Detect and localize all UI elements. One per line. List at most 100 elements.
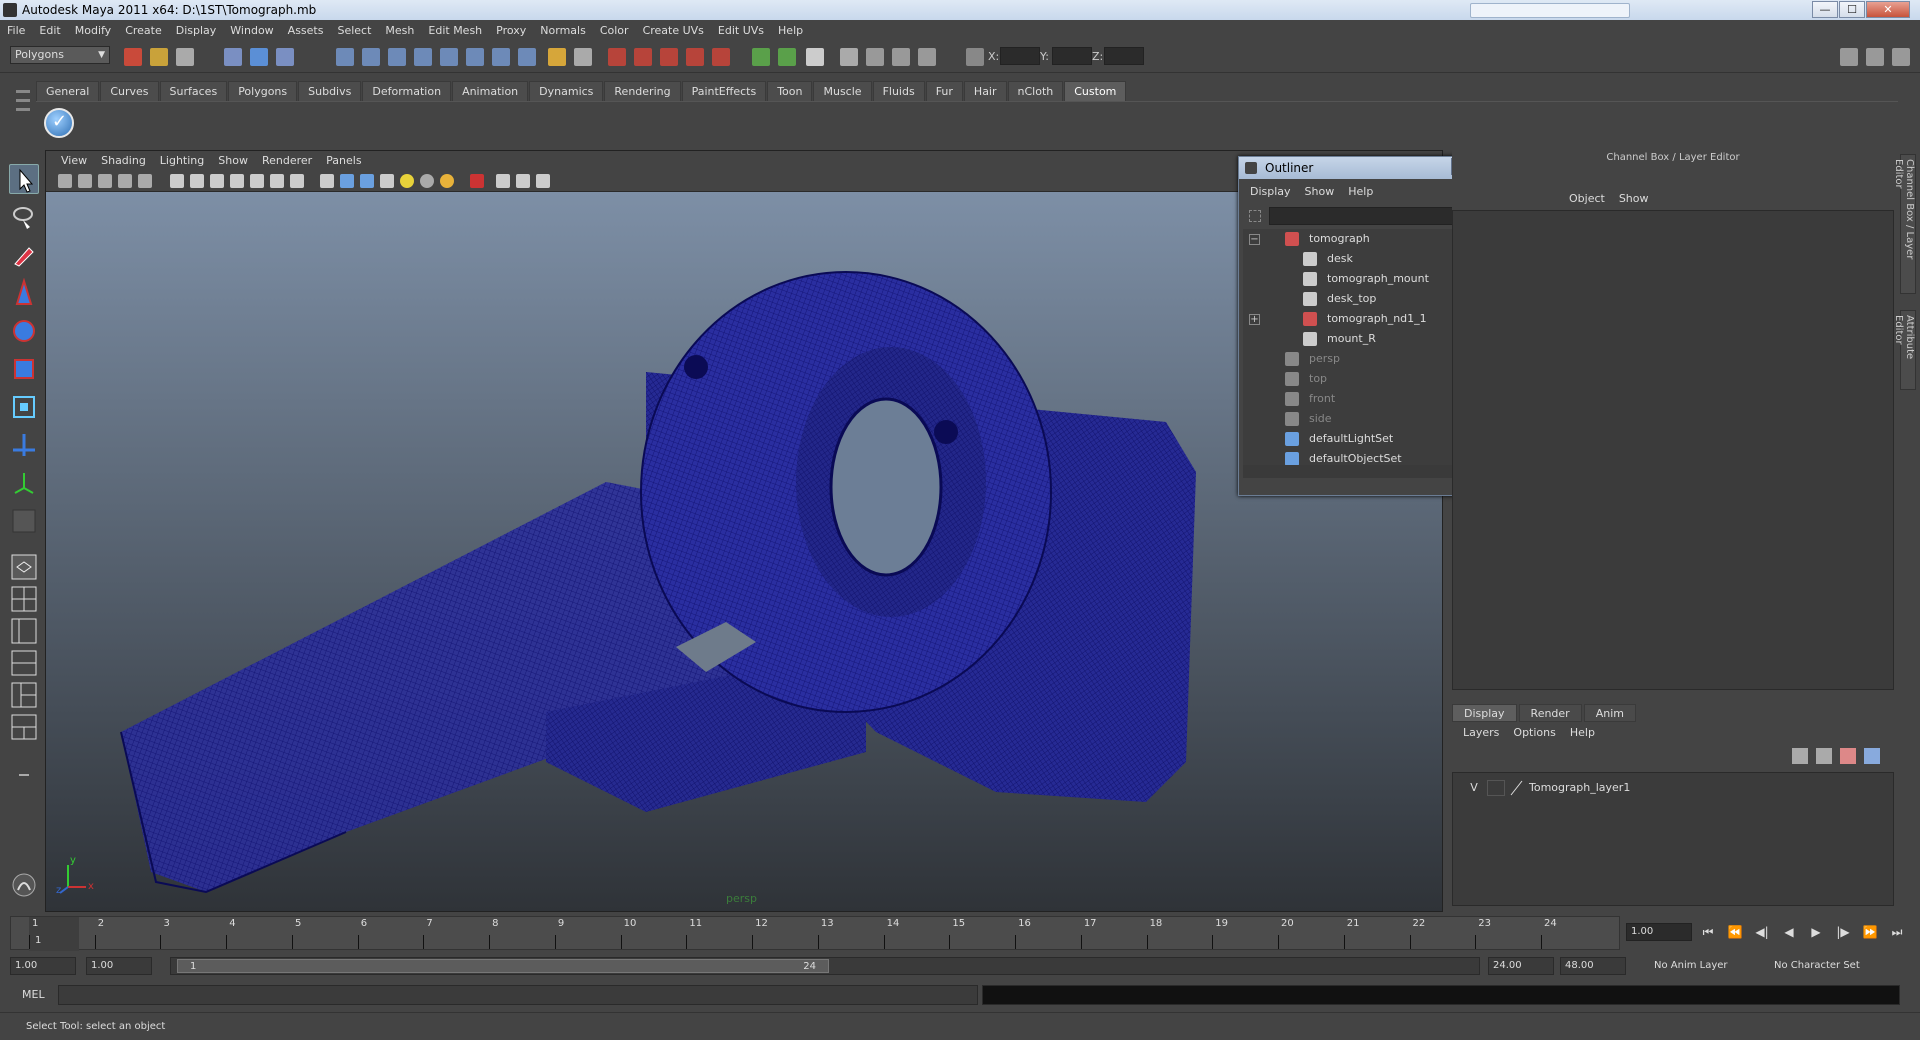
- io-icon[interactable]: [492, 48, 510, 66]
- save-scene-icon[interactable]: [176, 48, 194, 66]
- smooth-shade-icon[interactable]: [340, 174, 354, 188]
- layer-color-swatch[interactable]: [1509, 780, 1523, 796]
- viewport-canvas[interactable]: y x z persp: [46, 192, 1442, 911]
- quick-sel-icon[interactable]: [918, 48, 936, 66]
- safe-action-icon[interactable]: [270, 174, 284, 188]
- channel-box-icon[interactable]: [1866, 48, 1884, 66]
- textured-icon[interactable]: [380, 174, 394, 188]
- menu-edit-uvs[interactable]: Edit UVs: [711, 24, 771, 37]
- channel-box-body[interactable]: [1452, 210, 1894, 690]
- transform-field-icon[interactable]: [966, 48, 984, 66]
- expand-icon[interactable]: +: [1249, 314, 1260, 325]
- search-field[interactable]: [1470, 3, 1630, 18]
- last-tool-icon[interactable]: [9, 506, 39, 536]
- range-track[interactable]: 1 24: [170, 957, 1480, 975]
- layer-visibility-toggle[interactable]: V: [1465, 780, 1483, 796]
- select-tool-icon[interactable]: [9, 164, 39, 194]
- snap-point-icon[interactable]: [388, 48, 406, 66]
- tab-display[interactable]: Display: [1452, 704, 1517, 722]
- vp-menu-panels[interactable]: Panels: [319, 154, 368, 167]
- go-to-end-icon[interactable]: ⏭: [1887, 923, 1907, 941]
- tab-anim[interactable]: Anim: [1583, 704, 1636, 722]
- vp-menu-view[interactable]: View: [54, 154, 94, 167]
- end-time-field[interactable]: 48.00: [1560, 957, 1626, 975]
- menu-edit-mesh[interactable]: Edit Mesh: [421, 24, 489, 37]
- field-chart-icon[interactable]: [250, 174, 264, 188]
- playback-end-field[interactable]: 24.00: [1488, 957, 1554, 975]
- menu-file[interactable]: File: [0, 24, 32, 37]
- go-to-start-icon[interactable]: ⏮: [1698, 923, 1718, 941]
- abs-transform-icon[interactable]: [866, 48, 884, 66]
- grid-icon[interactable]: [170, 174, 184, 188]
- checkmark-icon[interactable]: [44, 108, 74, 138]
- filter-icon[interactable]: [1249, 210, 1261, 222]
- show-manip-icon[interactable]: [9, 468, 39, 498]
- range-thumb[interactable]: 1 24: [177, 959, 829, 973]
- snap-curve-icon[interactable]: [362, 48, 380, 66]
- xray-components-icon[interactable]: [536, 174, 550, 188]
- wireframe-icon[interactable]: [320, 174, 334, 188]
- isolate-select-icon[interactable]: [470, 174, 484, 188]
- z-field[interactable]: [1104, 47, 1144, 65]
- mel-label[interactable]: MEL: [22, 988, 45, 1001]
- vp-menu-show[interactable]: Show: [211, 154, 255, 167]
- rotate-tool-icon[interactable]: [9, 316, 39, 346]
- time-slider[interactable]: 1 1 2 3 4 5 6 7 8 9 10 11 12 13 14 15 16 17 18 19 20 21 22 23 2…: [10, 916, 1620, 951]
- snap-plane-icon[interactable]: [414, 48, 432, 66]
- menu-color[interactable]: Color: [593, 24, 636, 37]
- hypershade-icon[interactable]: [686, 48, 704, 66]
- cb-menu-object[interactable]: Object: [1562, 192, 1612, 205]
- tab-fur[interactable]: Fur: [925, 81, 963, 101]
- minimize-button[interactable]: —: [1812, 1, 1838, 18]
- image-plane-icon[interactable]: [118, 174, 132, 188]
- film-gate-icon[interactable]: [190, 174, 204, 188]
- collapse-icon[interactable]: −: [1249, 234, 1260, 245]
- tab-animation[interactable]: Animation: [452, 81, 529, 101]
- wire-on-shaded-icon[interactable]: [360, 174, 374, 188]
- playback-start-field[interactable]: 1.00: [86, 957, 152, 975]
- render-settings-icon[interactable]: [660, 48, 678, 66]
- vp-menu-lighting[interactable]: Lighting: [153, 154, 211, 167]
- play-forward-icon[interactable]: ▶: [1806, 923, 1826, 941]
- move-layer-up-icon[interactable]: [1792, 748, 1808, 764]
- menu-proxy[interactable]: Proxy: [489, 24, 533, 37]
- tab-toon[interactable]: Toon: [767, 81, 813, 101]
- show-panel-icon[interactable]: [806, 48, 824, 66]
- graph-layout-icon[interactable]: [9, 712, 39, 742]
- tool-settings-icon[interactable]: [1892, 48, 1910, 66]
- hq-lighting-icon[interactable]: [440, 174, 454, 188]
- anim-layer-dropdown[interactable]: No Anim Layer: [1650, 957, 1760, 975]
- le-menu-options[interactable]: Options: [1506, 726, 1562, 739]
- xray-icon[interactable]: [496, 174, 510, 188]
- render-frame-icon[interactable]: [608, 48, 626, 66]
- character-set-dropdown[interactable]: No Character Set: [1770, 957, 1890, 975]
- outliner-menu-display[interactable]: Display: [1243, 185, 1298, 203]
- select-hierarchy-icon[interactable]: [224, 48, 242, 66]
- tab-deformation[interactable]: Deformation: [362, 81, 452, 101]
- shadows-icon[interactable]: [420, 174, 434, 188]
- y-field[interactable]: [1052, 47, 1092, 65]
- render-view-icon[interactable]: [712, 48, 730, 66]
- tab-rendering[interactable]: Rendering: [604, 81, 681, 101]
- rel-transform-icon[interactable]: [892, 48, 910, 66]
- lasso-tool-icon[interactable]: [9, 202, 39, 232]
- menu-help[interactable]: Help: [771, 24, 810, 37]
- snap-grid-icon[interactable]: [336, 48, 354, 66]
- menu-select[interactable]: Select: [330, 24, 378, 37]
- four-pane-layout-icon[interactable]: [9, 584, 39, 614]
- shelf-handle[interactable]: [16, 84, 30, 138]
- select-component-icon[interactable]: [276, 48, 294, 66]
- menu-create-uvs[interactable]: Create UVs: [636, 24, 711, 37]
- menu-modify[interactable]: Modify: [68, 24, 118, 37]
- tab-hair[interactable]: Hair: [963, 81, 1007, 101]
- resolution-gate-icon[interactable]: [210, 174, 224, 188]
- new-layer-selected-icon[interactable]: [1864, 748, 1880, 764]
- live-surface-icon[interactable]: [440, 48, 458, 66]
- camera-attrs-icon[interactable]: [78, 174, 92, 188]
- show-hide-icon[interactable]: [9, 870, 39, 900]
- camera-select-icon[interactable]: [58, 174, 72, 188]
- step-back-key-icon[interactable]: ⏪: [1725, 923, 1745, 941]
- menu-normals[interactable]: Normals: [533, 24, 593, 37]
- le-menu-layers[interactable]: Layers: [1456, 726, 1506, 739]
- maximize-button[interactable]: ☐: [1839, 1, 1865, 18]
